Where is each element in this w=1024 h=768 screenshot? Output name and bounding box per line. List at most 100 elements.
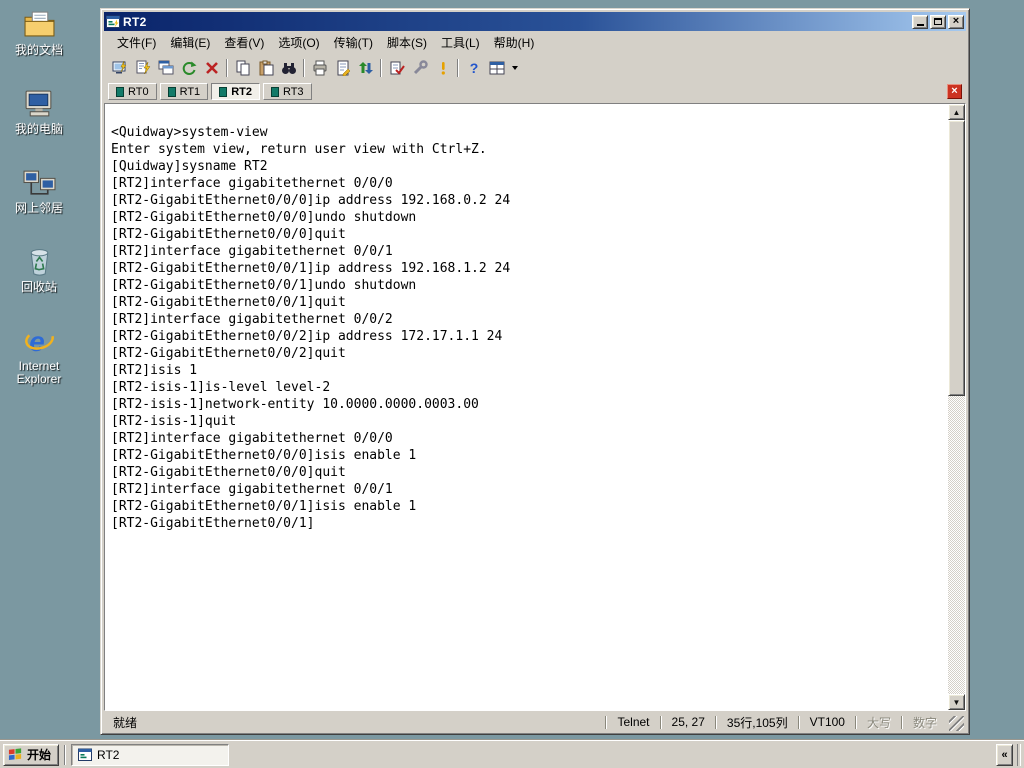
toolbar-separator bbox=[226, 59, 228, 77]
session-tab[interactable]: RT2 bbox=[211, 83, 260, 100]
file-transfer-button[interactable] bbox=[354, 57, 377, 79]
scrollbar-thumb[interactable] bbox=[948, 120, 965, 396]
close-button[interactable]: × bbox=[948, 14, 964, 29]
quick-connect-icon bbox=[136, 60, 150, 75]
terminal-line: [RT2-isis-1]is-level level-2 bbox=[111, 380, 331, 395]
minimize-icon bbox=[916, 24, 924, 26]
alert-icon bbox=[441, 62, 445, 75]
paste-button[interactable] bbox=[254, 57, 277, 79]
menu-item[interactable]: 文件(F) bbox=[110, 32, 163, 53]
disconnect-button[interactable] bbox=[200, 57, 223, 79]
desktop-icon-my-computer[interactable]: 我的电脑 bbox=[6, 87, 72, 136]
minimize-button[interactable] bbox=[912, 14, 928, 29]
taskbar-separator bbox=[64, 744, 67, 765]
terminal-line: [RT2-GigabitEthernet0/0/0]undo shutdown bbox=[111, 210, 417, 225]
task-label: RT2 bbox=[97, 747, 120, 762]
file-transfer-icon bbox=[358, 62, 373, 74]
terminal-app-icon bbox=[106, 15, 120, 29]
terminal-line: [RT2]interface gigabitethernet 0/0/0 bbox=[111, 431, 393, 446]
menu-item[interactable]: 查看(V) bbox=[217, 32, 271, 53]
quick-connect-button[interactable] bbox=[131, 57, 154, 79]
menu-item[interactable]: 脚本(S) bbox=[380, 32, 434, 53]
terminal-line: [RT2]interface gigabitethernet 0/0/1 bbox=[111, 482, 393, 497]
desktop-icon-label: 回收站 bbox=[20, 280, 57, 294]
terminal-line: [Quidway]sysname RT2 bbox=[111, 159, 268, 174]
desktop-icon-internet-explorer[interactable]: e Internet Explorer bbox=[6, 324, 72, 386]
terminal-line: [RT2]interface gigabitethernet 0/0/1 bbox=[111, 244, 393, 259]
session-options-button[interactable] bbox=[385, 57, 408, 79]
session-tab[interactable]: RT0 bbox=[108, 83, 157, 100]
network-places-icon bbox=[23, 170, 55, 195]
new-window-button[interactable] bbox=[154, 57, 177, 79]
desktop-icon-network-places[interactable]: 网上邻居 bbox=[6, 166, 72, 215]
vertical-scrollbar[interactable]: ▲ ▼ bbox=[948, 104, 965, 710]
terminal-line: [RT2-GigabitEthernet0/0/1]isis enable 1 bbox=[111, 499, 417, 514]
resize-grip[interactable] bbox=[949, 716, 964, 731]
print-icon bbox=[313, 60, 326, 76]
session-status-icon bbox=[167, 86, 176, 97]
terminal-line: [RT2-isis-1]network-entity 10.0000.0000.… bbox=[111, 397, 479, 412]
paste-icon bbox=[259, 60, 273, 76]
scroll-down-button[interactable]: ▼ bbox=[948, 694, 965, 710]
recycle-bin-icon bbox=[30, 249, 48, 276]
reconnect-button[interactable] bbox=[177, 57, 200, 79]
global-options-button[interactable] bbox=[408, 57, 431, 79]
terminal-line: [RT2-GigabitEthernet0/0/2]ip address 172… bbox=[111, 329, 503, 344]
terminal-client-area: <Quidway>system-view Enter system view, r… bbox=[104, 103, 966, 711]
start-button[interactable]: 开始 bbox=[3, 743, 60, 766]
taskbar-task-rt2[interactable]: RT2 bbox=[71, 743, 230, 766]
terminal-line: <Quidway>system-view bbox=[111, 125, 268, 140]
copy-button[interactable] bbox=[231, 57, 254, 79]
print-button[interactable] bbox=[308, 57, 331, 79]
terminal-output[interactable]: <Quidway>system-view Enter system view, r… bbox=[105, 104, 948, 710]
help-button[interactable]: ? bbox=[462, 57, 485, 79]
terminal-line: [RT2-GigabitEthernet0/0/0]quit bbox=[111, 465, 346, 480]
scroll-up-icon: ▲ bbox=[952, 107, 961, 117]
close-tab-button[interactable]: × bbox=[947, 84, 962, 99]
terminal-line: [RT2]isis 1 bbox=[111, 363, 198, 378]
task-terminal-icon bbox=[78, 748, 93, 761]
window-title: RT2 bbox=[123, 14, 147, 29]
windows-icon bbox=[489, 61, 504, 75]
help-icon: ? bbox=[469, 60, 478, 76]
desktop-icon-recycle-bin[interactable]: 回收站 bbox=[6, 245, 72, 294]
terminal-line: [RT2-GigabitEthernet0/0/1]quit bbox=[111, 295, 346, 310]
toolbar: ? bbox=[104, 54, 966, 82]
tab-label: RT2 bbox=[231, 85, 252, 98]
status-message: 就绪 bbox=[113, 715, 138, 730]
status-emulation: VT100 bbox=[809, 715, 845, 729]
session-status-icon bbox=[219, 86, 228, 97]
session-tab[interactable]: RT1 bbox=[159, 83, 209, 100]
tab-label: RT0 bbox=[128, 85, 149, 98]
menu-item[interactable]: 工具(L) bbox=[434, 32, 487, 53]
maximize-button[interactable] bbox=[930, 14, 946, 29]
close-icon: × bbox=[952, 15, 960, 27]
connect-button[interactable] bbox=[108, 57, 131, 79]
desktop-icon-my-documents[interactable]: 我的文档 bbox=[6, 8, 72, 57]
alert-button[interactable] bbox=[431, 57, 454, 79]
terminal-line: [RT2-GigabitEthernet0/0/1]ip address 192… bbox=[111, 261, 511, 276]
disconnect-icon bbox=[205, 62, 218, 74]
menu-item[interactable]: 选项(O) bbox=[271, 32, 326, 53]
taskbar: 开始 RT2 « bbox=[0, 740, 1024, 768]
find-button[interactable] bbox=[277, 57, 300, 79]
title-bar[interactable]: RT2 × bbox=[104, 12, 966, 31]
session-tab[interactable]: RT3 bbox=[262, 83, 312, 100]
menu-item[interactable]: 编辑(E) bbox=[163, 32, 217, 53]
my-documents-icon bbox=[24, 11, 54, 37]
scrollbar-track[interactable] bbox=[948, 120, 965, 694]
windows-logo-icon bbox=[8, 748, 22, 761]
menu-item[interactable]: 帮助(H) bbox=[487, 32, 542, 53]
global-options-icon bbox=[413, 60, 428, 75]
tab-bar: RT0 RT1 RT2 RT3 × bbox=[104, 82, 966, 103]
windows-button[interactable] bbox=[485, 57, 508, 79]
menu-item[interactable]: 传输(T) bbox=[327, 32, 380, 53]
maximize-icon bbox=[934, 18, 942, 25]
taskbar-chevron-button[interactable]: « bbox=[996, 743, 1013, 766]
scroll-up-button[interactable]: ▲ bbox=[948, 104, 965, 120]
toolbar-separator bbox=[380, 59, 382, 77]
toolbar-overflow-button[interactable] bbox=[508, 57, 521, 79]
log-session-button[interactable] bbox=[331, 57, 354, 79]
tab-label: RT1 bbox=[179, 85, 201, 98]
desktop-icon-label: 网上邻居 bbox=[14, 201, 63, 215]
